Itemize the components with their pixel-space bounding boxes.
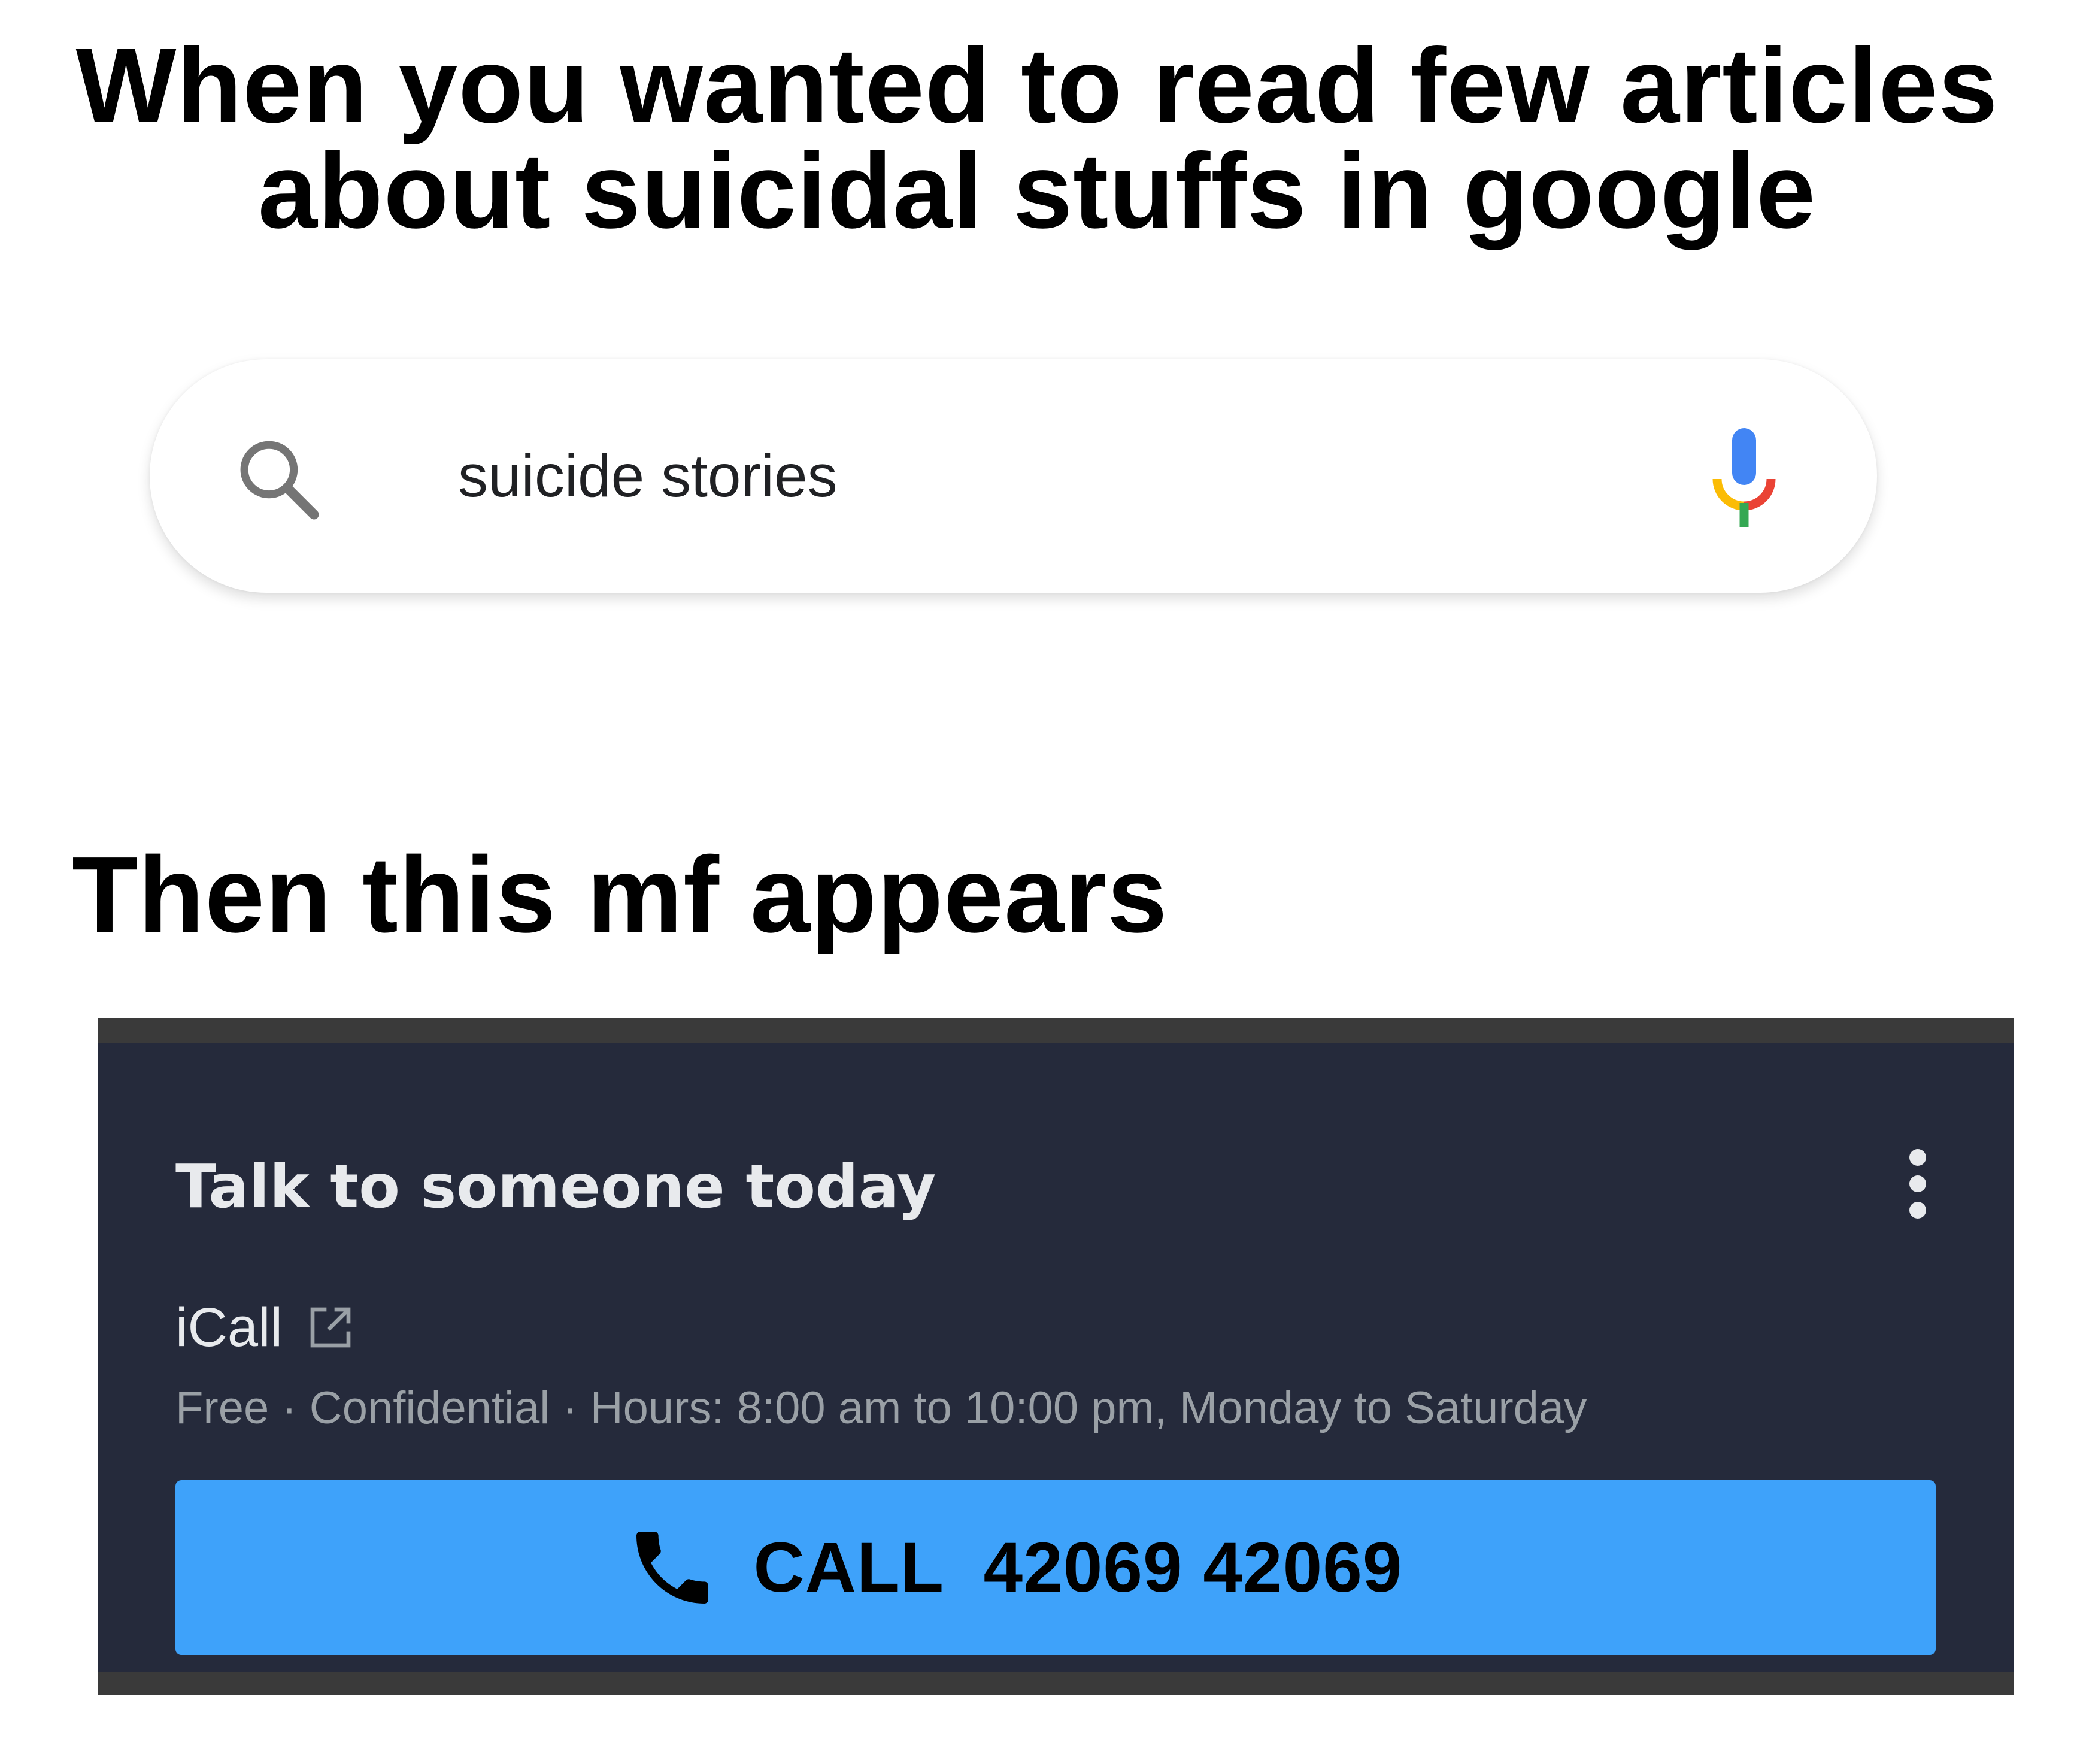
phone-icon — [636, 1532, 709, 1604]
provider-link[interactable]: iCall — [175, 1295, 354, 1360]
call-button[interactable]: CALL 42069 42069 — [175, 1480, 1936, 1655]
card-title: Talk to someone today — [175, 1151, 936, 1222]
search-input[interactable] — [458, 416, 1655, 536]
more-vertical-icon[interactable] — [1900, 1148, 1936, 1220]
provider-details: Free · Confidential · Hours: 8:00 am to … — [175, 1383, 1587, 1433]
call-button-label[interactable]: CALL 42069 42069 — [753, 1527, 1402, 1608]
middle-caption: Then this mf appears — [72, 835, 1168, 955]
search-bar[interactable] — [150, 359, 1877, 593]
top-caption-line-1: When you wanted to read few articles — [75, 26, 1999, 145]
top-caption: When you wanted to read few articles abo… — [0, 26, 2074, 250]
provider-name[interactable]: iCall — [175, 1295, 283, 1360]
helpline-card: Talk to someone today iCall Free · Confi… — [98, 1018, 2014, 1695]
external-link-icon[interactable] — [307, 1304, 354, 1351]
search-icon[interactable] — [234, 434, 323, 524]
microphone-icon[interactable] — [1708, 425, 1780, 533]
top-caption-line-2: about suicidal stuffs in google — [257, 131, 1817, 250]
